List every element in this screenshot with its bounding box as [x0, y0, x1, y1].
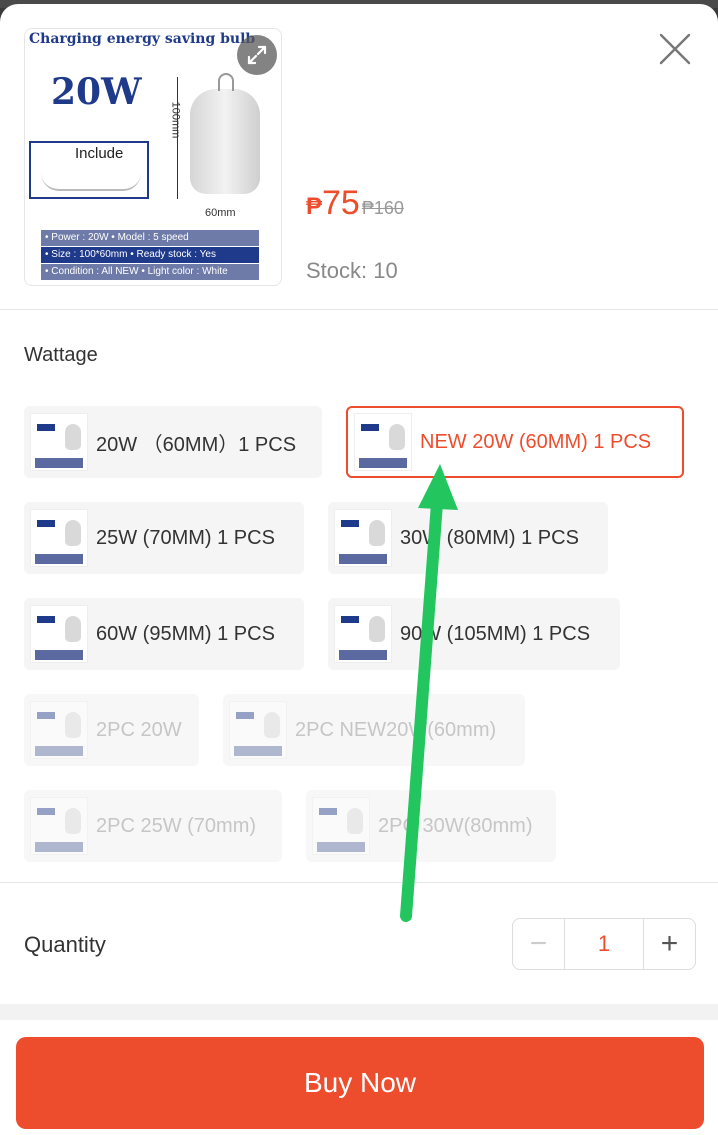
option-label: NEW 20W (60MM) 1 PCS: [420, 430, 652, 453]
option-label: 90W (105MM) 1 PCS: [400, 622, 591, 645]
variation-label: Wattage: [24, 344, 98, 366]
quantity-value[interactable]: 1: [565, 919, 643, 969]
divider: [0, 882, 718, 883]
thumbnail-spec-row: • Condition : All NEW • Light color : Wh…: [41, 264, 259, 280]
expand-icon[interactable]: [237, 35, 277, 75]
option-2pc-30w-80mm: 2PC 30W(80mm): [306, 790, 556, 862]
option-thumbnail: [30, 701, 88, 759]
thumbnail-height: 100mm: [169, 101, 182, 139]
thumbnail-spec-row: • Power : 20W • Model : 5 speed: [41, 230, 259, 246]
option-thumbnail: [354, 413, 412, 471]
option-90w-105mm[interactable]: 90W (105MM) 1 PCS: [328, 598, 620, 670]
option-thumbnail: [334, 509, 392, 567]
stock-count: Stock: 10: [306, 258, 398, 283]
option-label: 2PC 25W (70mm): [96, 814, 257, 837]
option-2pc-20w: 2PC 20W: [24, 694, 199, 766]
thumbnail-spec-row: • Size : 100*60mm • Ready stock : Yes: [41, 247, 259, 263]
option-thumbnail: [30, 797, 88, 855]
bulb-image: [190, 73, 260, 194]
cable-image: [41, 173, 141, 191]
buy-now-button[interactable]: Buy Now: [16, 1037, 704, 1129]
option-label: 2PC 20W: [96, 718, 182, 741]
footer-separator: [0, 1004, 718, 1020]
price-block: ₱ 75 ₱160: [306, 184, 404, 223]
option-thumbnail: [30, 413, 88, 471]
option-thumbnail: [30, 605, 88, 663]
option-label: 20W （60MM）1 PCS: [96, 433, 297, 456]
product-thumbnail[interactable]: Charging energy saving bulb 20W Include …: [24, 28, 282, 286]
thumbnail-title: Charging energy saving bulb: [29, 31, 256, 47]
divider: [0, 309, 718, 310]
currency-symbol: ₱: [306, 193, 323, 220]
option-60w-95mm[interactable]: 60W (95MM) 1 PCS: [24, 598, 304, 670]
decrement-button[interactable]: −: [513, 919, 565, 969]
option-label: 2PC 30W(80mm): [378, 814, 533, 837]
option-label: 30W (80MM) 1 PCS: [400, 526, 579, 549]
option-label: 60W (95MM) 1 PCS: [96, 622, 275, 645]
option-thumbnail: [30, 509, 88, 567]
option-label: 25W (70MM) 1 PCS: [96, 526, 275, 549]
close-icon[interactable]: [654, 28, 696, 70]
option-2pc-25w-70mm: 2PC 25W (70mm): [24, 790, 282, 862]
option-20w-60mm[interactable]: 20W （60MM）1 PCS: [24, 406, 322, 478]
thumbnail-include-box: Include: [29, 141, 149, 199]
option-new-20w-60mm[interactable]: NEW 20W (60MM) 1 PCS: [346, 406, 684, 478]
increment-button[interactable]: +: [643, 919, 695, 969]
quantity-label: Quantity: [24, 932, 106, 957]
option-25w-70mm[interactable]: 25W (70MM) 1 PCS: [24, 502, 304, 574]
option-thumbnail: [229, 701, 287, 759]
thumbnail-width: 60mm: [205, 207, 236, 219]
original-price: ₱160: [361, 198, 404, 218]
thumbnail-watt: 20W: [51, 71, 142, 113]
option-30w-80mm[interactable]: 30W (80MM) 1 PCS: [328, 502, 608, 574]
option-thumbnail: [312, 797, 370, 855]
option-2pc-new20w-60mm: 2PC NEW20W(60mm): [223, 694, 525, 766]
current-price: 75: [322, 184, 360, 222]
quantity-stepper: − 1 +: [512, 918, 696, 970]
option-thumbnail: [334, 605, 392, 663]
thumbnail-include-label: Include: [75, 145, 124, 162]
variation-sheet: Charging energy saving bulb 20W Include …: [0, 4, 718, 1135]
option-label: 2PC NEW20W(60mm): [295, 718, 497, 741]
